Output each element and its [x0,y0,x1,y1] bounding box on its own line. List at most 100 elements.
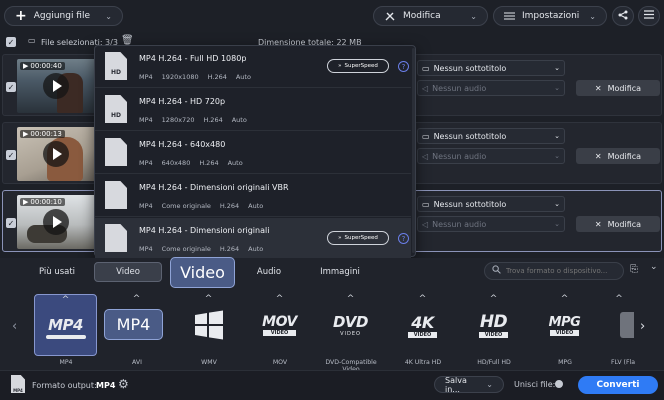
row-checkbox[interactable]: ✓ [6,82,16,92]
help-icon[interactable]: ? [398,233,409,244]
subtitle-select[interactable]: ▭ Nessun sottotitolo ⌄ [417,196,565,212]
tools-icon [384,10,396,22]
fast-forward-icon: » [338,235,342,241]
chevron-down-icon: ⌄ [554,152,560,160]
video-label: VIDEO [407,331,438,338]
edit-menu-button[interactable]: Modifica ⌄ [373,6,488,26]
preset-item[interactable]: MP4 H.264 - Dimensioni originali MP4 Come… [95,218,411,260]
menu-icon [644,10,654,22]
video-thumbnail[interactable]: ▶ 00:00:10 [17,195,97,249]
settings-menu-label: Impostazioni [522,11,580,21]
scroll-left-icon[interactable]: ‹ [12,319,17,334]
video-label: VIDEO [340,331,361,337]
format-label: AVI [132,359,142,366]
video-thumbnail[interactable]: ▶ 00:00:13 [17,127,97,181]
format-search[interactable] [484,262,624,280]
format-tile-4k[interactable]: ^ 4K VIDEO [391,294,454,356]
plus-icon: + [15,8,27,24]
settings-sliders-icon [504,11,515,21]
file-format-icon: HD [105,52,127,80]
convert-button[interactable]: Converti [578,376,658,394]
device-detect-icon[interactable]: ⎘ [630,264,638,275]
format-tile-mpg[interactable]: ^ MPG VIDEO [533,294,596,356]
edit-button[interactable]: ✕ Modifica [576,148,660,164]
output-format-value: MP4 [96,381,116,390]
format-tile-wmv[interactable]: ^ [177,294,240,356]
tools-icon: ✕ [594,83,602,93]
tools-icon: ✕ [594,219,602,229]
format-tile-hd[interactable]: ^ HD VIDEO [462,294,525,356]
tab-video[interactable]: Video [94,262,162,282]
save-in-label: Salva in... [445,375,467,394]
preset-item[interactable]: HD MP4 H.264 - HD 720p MP4 1280x720 H.264 A… [95,89,411,131]
chevron-down-icon: ⌄ [554,220,560,228]
merge-toggle[interactable] [555,380,563,388]
format-label: 4K Ultra HD [404,359,442,366]
share-button[interactable] [612,6,634,26]
format-tile-dvd[interactable]: ^ DVD VIDEO [319,294,382,356]
add-files-button[interactable]: + Aggiungi file ⌄ [4,6,123,26]
format-label: FLV (Fla [611,359,636,366]
subtitle-select[interactable]: ▭ Nessun sottotitolo ⌄ [417,60,565,76]
format-tile-mov[interactable]: ^ MOV VIDEO [248,294,311,356]
edit-button[interactable]: ✕ Modifica [576,80,660,96]
preset-item[interactable]: MP4 H.264 - 640x480 MP4 640x480 H.264 Auto [95,132,411,174]
mpg-logo-icon: MPG [548,314,581,330]
chevron-up-icon: ^ [560,294,569,304]
share-icon [618,10,628,23]
chevron-up-icon: ^ [489,294,498,304]
preset-meta: MP4 Come originale H.264 Auto [139,245,264,253]
settings-menu-button[interactable]: Impostazioni ⌄ [493,6,607,26]
output-settings-gear-icon[interactable]: ⚙ [118,377,129,391]
play-icon[interactable] [43,141,69,167]
scrollbar[interactable] [412,48,415,253]
row-checkbox[interactable]: ✓ [6,150,16,160]
format-label: HD/Full HD [477,359,511,366]
video-label: VIDEO [478,332,509,338]
help-icon[interactable]: ? [398,61,409,72]
video-thumbnail[interactable]: ▶ 00:00:40 [17,59,97,113]
preset-item[interactable]: HD MP4 H.264 - Full HD 1080p MP4 1920x108… [95,46,411,88]
format-tooltip: MP4 [104,309,163,340]
preset-item[interactable]: MP4 H.264 - Dimensioni originali VBR MP4… [95,175,411,217]
tab-audio[interactable]: Audio [236,262,302,282]
search-input[interactable] [506,267,616,275]
edit-button[interactable]: ✕ Modifica [576,216,660,232]
select-all-checkbox[interactable]: ✓ [6,37,16,47]
subtitle-icon: ▭ [422,199,430,209]
row-checkbox[interactable]: ✓ [6,218,16,228]
format-tile-flv[interactable]: ^ [604,294,634,356]
preset-meta: MP4 640x480 H.264 Auto [139,159,243,167]
format-label: WMV [201,359,217,366]
superspeed-badge: » SuperSpeed [327,59,389,73]
format-label: MOV [272,359,288,366]
tools-icon: ✕ [594,151,602,161]
speaker-icon: ◁ [422,83,429,93]
audio-select[interactable]: ◁ Nessun audio ⌄ [417,80,565,96]
flash-logo-icon [620,312,634,338]
menu-button[interactable] [638,6,660,26]
video-label: VIDEO [549,329,580,336]
chevron-down-icon: ⌄ [105,11,112,21]
tab-images[interactable]: Immagini [306,262,374,282]
scroll-right-icon[interactable]: › [640,319,645,334]
tab-most-used[interactable]: Più usati [24,262,90,282]
collapse-chevron-icon[interactable]: ⌄ [650,262,658,272]
play-icon[interactable] [43,73,69,99]
output-format-label: Formato output: [32,381,97,390]
chevron-up-icon: ^ [132,294,141,304]
save-in-button[interactable]: Salva in... ⌄ [434,375,504,394]
video-camera-icon: ▶ [23,130,29,138]
file-format-icon [105,138,127,166]
audio-select[interactable]: ◁ Nessun audio ⌄ [417,148,565,164]
subtitle-icon: ▭ [422,131,430,141]
format-tile-mp4[interactable]: ^ MP4 [34,294,97,356]
preset-meta: MP4 1280x720 H.264 Auto [139,116,247,124]
chevron-down-icon: ⌄ [554,132,560,140]
subtitle-select[interactable]: ▭ Nessun sottotitolo ⌄ [417,128,565,144]
audio-select[interactable]: ◁ Nessun audio ⌄ [417,216,565,232]
merge-files-label: Unisci file: [514,380,556,389]
dvd-logo-icon: DVD [332,313,369,331]
chevron-up-icon: ^ [275,294,284,304]
play-icon[interactable] [43,209,69,235]
